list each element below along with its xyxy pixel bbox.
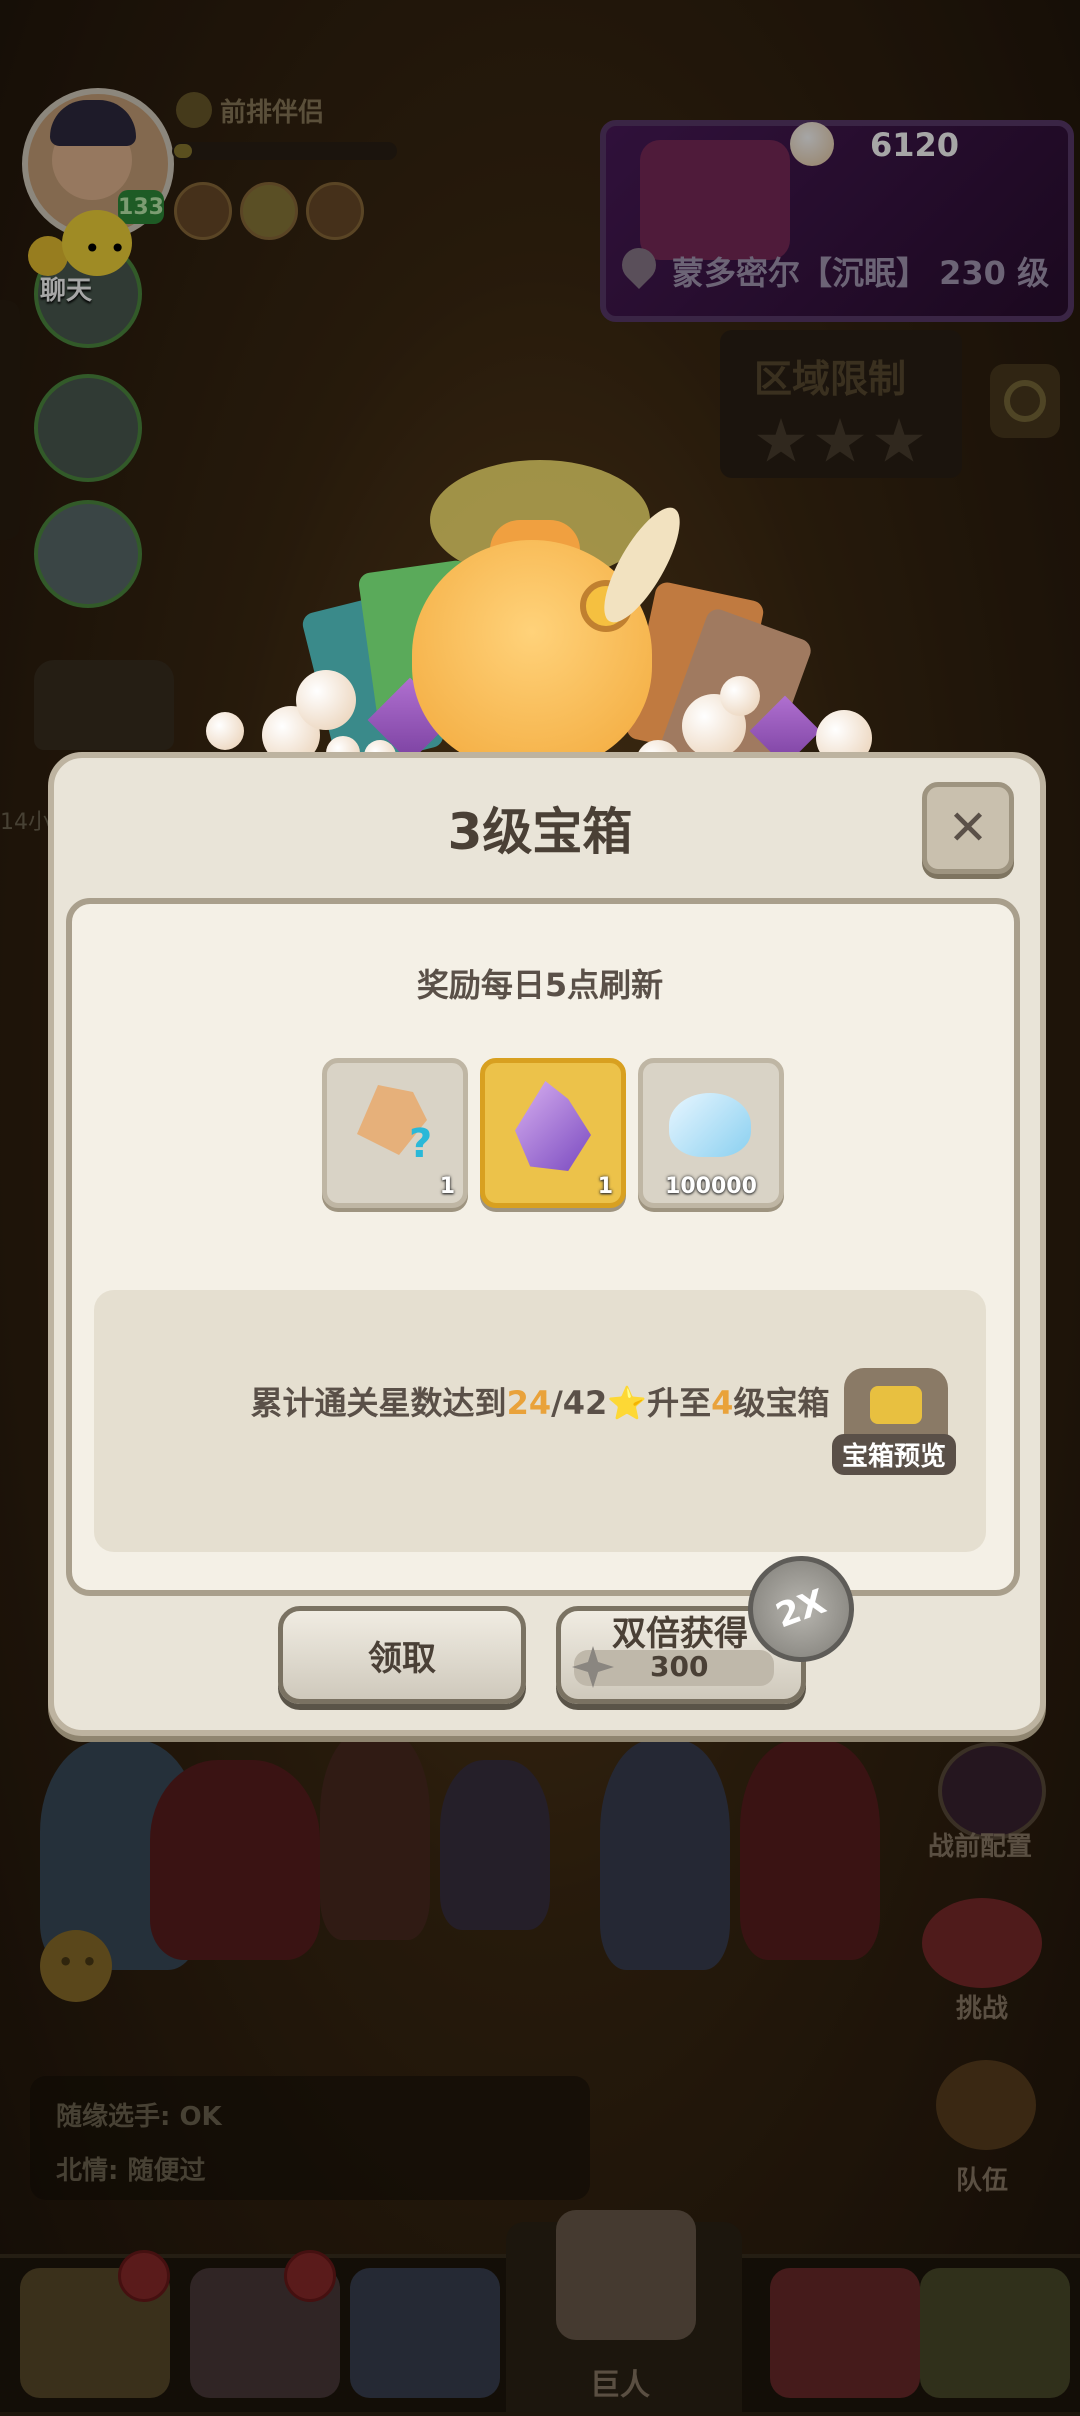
refresh-info-text: 奖励每日5点刷新 <box>416 966 664 1004</box>
close-button[interactable]: ✕ <box>922 782 1014 874</box>
star-icon: ⭐ <box>607 1384 648 1422</box>
reward-item[interactable]: 100000 <box>638 1058 784 1208</box>
double-reward-label[interactable]: 双倍获得 <box>612 1606 748 1655</box>
question-mark-icon: ? <box>409 1121 433 1167</box>
upgrade-progress-text: 累计通关星数达到24/42⭐升至4级宝箱 <box>240 1384 840 1422</box>
reward-count: 100000 <box>665 1174 757 1199</box>
chest-preview-button[interactable]: 宝箱预览 <box>832 1434 957 1475</box>
progress-mid: 升至 <box>647 1384 712 1422</box>
reward-item[interactable]: 1 <box>480 1058 626 1208</box>
close-icon: ✕ <box>947 800 989 856</box>
progress-separator: / <box>551 1384 563 1422</box>
progress-target-level: 4 <box>711 1384 734 1422</box>
double-reward-cost: 300 <box>650 1650 709 1683</box>
pearl-icon <box>206 712 244 750</box>
dialog-title: 3级宝箱 <box>447 803 633 861</box>
chest-lock-icon <box>870 1386 922 1424</box>
pearl-icon <box>296 670 356 730</box>
progress-total: 42 <box>562 1384 608 1422</box>
reward-count: 1 <box>597 1174 613 1199</box>
progress-prefix: 累计通关星数达到 <box>250 1384 507 1422</box>
progress-suffix: 级宝箱 <box>733 1384 830 1422</box>
purple-crystal-icon <box>515 1081 591 1171</box>
reward-count: 1 <box>439 1174 455 1199</box>
pearl-shell-icon <box>669 1093 751 1157</box>
claim-button[interactable]: 领取 <box>278 1606 526 1704</box>
double-badge-text: 2X <box>770 1581 832 1637</box>
reward-item[interactable]: ? 1 <box>322 1058 468 1208</box>
progress-current: 24 <box>506 1384 552 1422</box>
pearl-icon <box>720 676 760 716</box>
